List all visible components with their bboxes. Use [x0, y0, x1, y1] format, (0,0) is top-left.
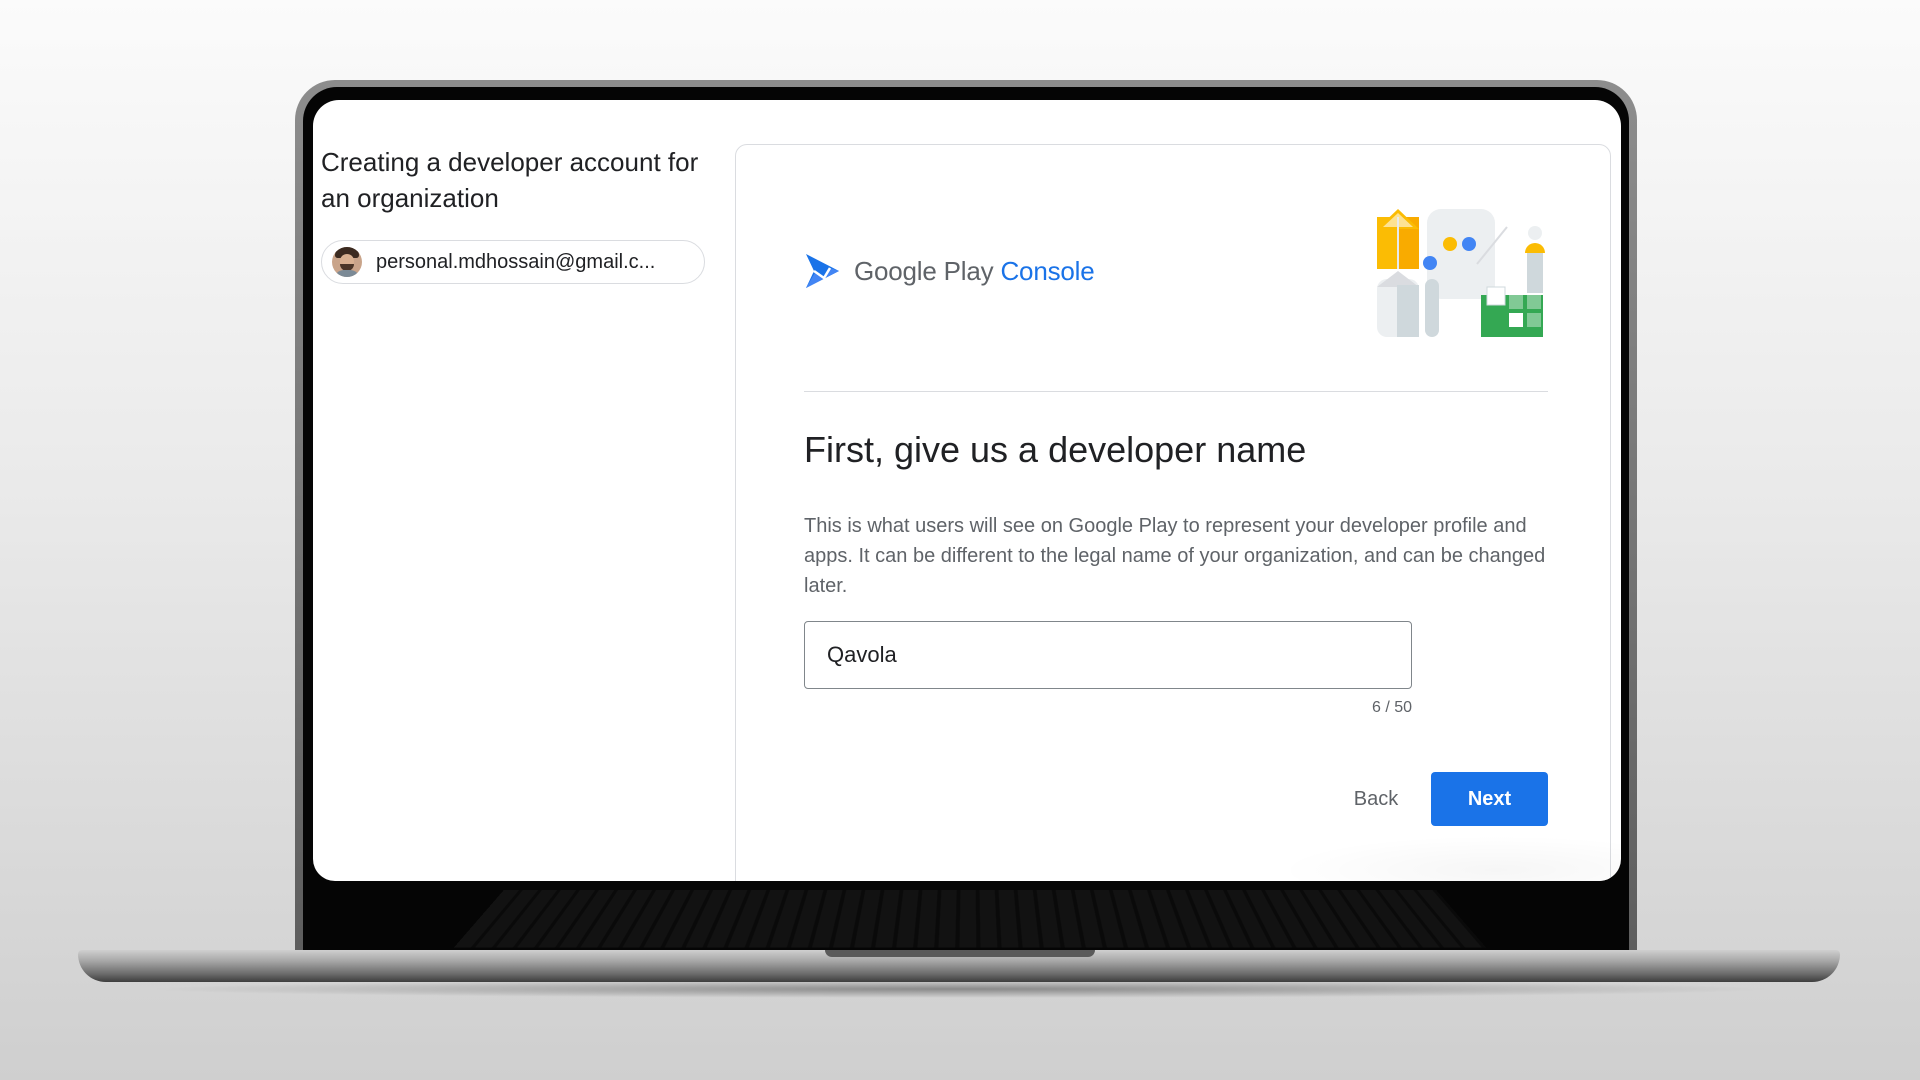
- laptop-shadow: [140, 980, 1780, 998]
- brand-name: Google Play Console: [854, 255, 1095, 287]
- play-illustration-icon: [1377, 209, 1545, 337]
- brand-product: Console: [1000, 255, 1095, 286]
- keyboard-reflection: [453, 890, 1487, 948]
- developer-name-input[interactable]: [804, 621, 1412, 689]
- header-divider: [804, 391, 1548, 392]
- screen-glare: [1276, 835, 1621, 881]
- back-button[interactable]: Back: [1336, 773, 1416, 825]
- step-description: This is what users will see on Google Pl…: [804, 515, 1546, 597]
- flow-title: Creating a developer account for an orga…: [321, 147, 699, 213]
- character-counter: 6 / 50: [1371, 699, 1412, 716]
- laptop-notch: [825, 950, 1095, 957]
- brand-company: Google Play: [854, 255, 994, 286]
- avatar: [332, 247, 362, 277]
- main-card: Google Play Console First, give us a dev…: [735, 144, 1621, 881]
- play-console-logo-icon: [806, 254, 839, 288]
- left-panel: Creating a developer account for an orga…: [313, 100, 733, 881]
- brand-logo: Google Play Console: [804, 251, 1095, 291]
- step-heading: First, give us a developer name: [804, 429, 1307, 470]
- laptop-screen: Creating a developer account for an orga…: [313, 100, 1621, 881]
- account-chip[interactable]: personal.mdhossain@gmail.c...: [321, 240, 705, 284]
- next-button[interactable]: Next: [1431, 772, 1548, 826]
- account-email: personal.mdhossain@gmail.c...: [376, 250, 656, 273]
